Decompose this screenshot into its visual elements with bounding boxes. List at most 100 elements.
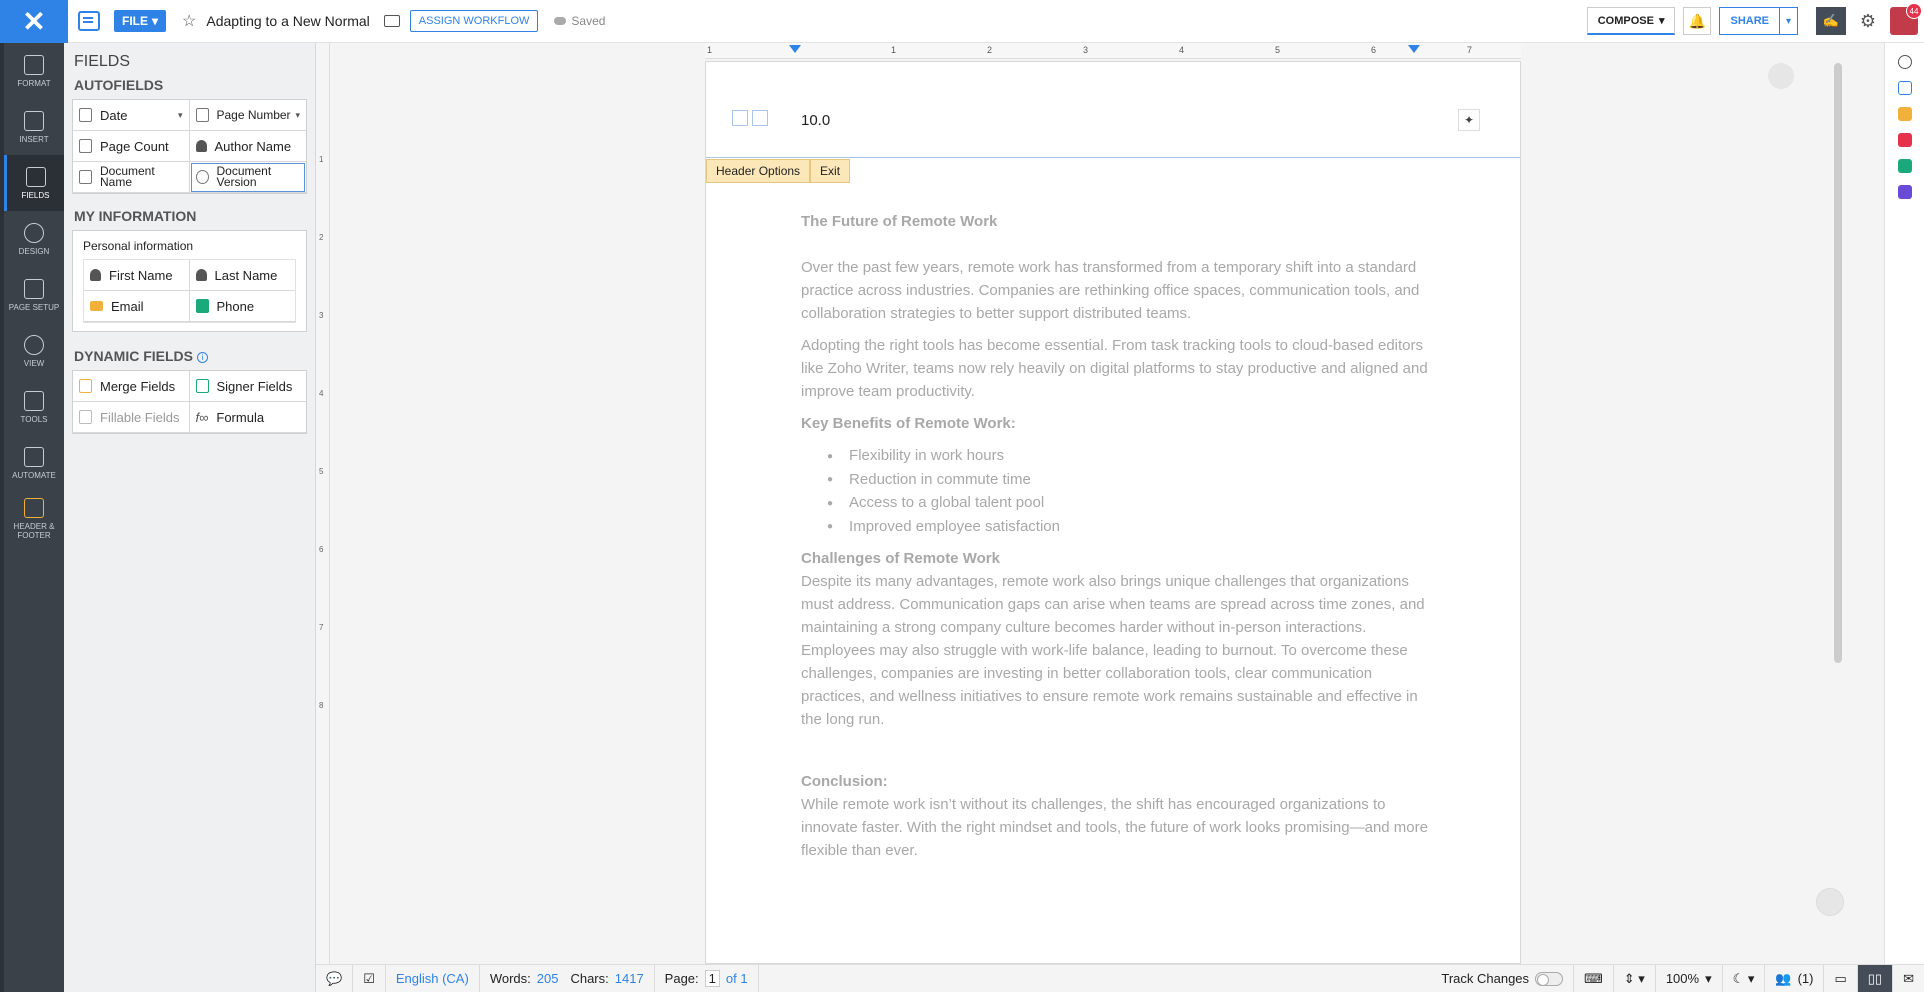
document-body[interactable]: The Future of Remote Work Over the past … — [801, 210, 1431, 862]
field-label: Date — [100, 107, 128, 123]
header-options-button[interactable]: Header Options — [706, 159, 811, 183]
nav-fields[interactable]: FIELDS — [4, 155, 64, 211]
left-indent-marker-icon[interactable] — [789, 45, 801, 53]
nav-label: PAGE SETUP — [8, 302, 60, 312]
header-layout-icon[interactable] — [752, 110, 768, 126]
page-fit-icon[interactable]: ⇕ ▾ — [1614, 964, 1656, 992]
field-email[interactable]: Email — [84, 291, 190, 322]
add-header-icon[interactable] — [732, 110, 748, 126]
document-page[interactable]: 10.0 ✦ Header Options Exit The Future of… — [705, 61, 1521, 964]
document-title[interactable]: Adapting to a New Normal — [206, 13, 369, 29]
words-value: 205 — [536, 971, 559, 986]
exit-header-button[interactable]: Exit — [810, 159, 851, 183]
field-formula[interactable]: f∞ Formula — [189, 402, 306, 433]
nav-header-footer[interactable]: HEADER & FOOTER — [4, 491, 64, 547]
field-date[interactable]: Date ▾ — [73, 100, 190, 131]
tools-icon — [24, 390, 44, 411]
nav-insert[interactable]: INSERT — [4, 99, 64, 155]
field-author-name[interactable]: Author Name — [189, 131, 306, 162]
saved-label: Saved — [571, 14, 606, 28]
field-label: Phone — [216, 298, 255, 314]
nav-automate[interactable]: AUTOMATE — [4, 435, 64, 491]
field-label: Page Count — [100, 138, 169, 154]
field-last-name[interactable]: Last Name — [189, 260, 295, 291]
right-indent-marker-icon[interactable] — [1408, 45, 1420, 53]
sign-app-icon[interactable] — [1897, 159, 1912, 173]
field-merge-fields[interactable]: Merge Fields — [73, 371, 190, 402]
folder-icon[interactable] — [383, 15, 400, 27]
field-phone[interactable]: Phone — [189, 291, 295, 322]
field-label: First Name — [109, 267, 173, 283]
field-document-name[interactable]: Document Name — [73, 162, 190, 193]
mail-icon[interactable]: ✉ — [1893, 965, 1924, 992]
field-page-number[interactable]: Page Number ▾ — [189, 100, 306, 131]
magic-wand-icon[interactable]: ✦ — [1458, 109, 1480, 131]
compose-mode-button[interactable]: COMPOSE ▾ — [1586, 7, 1676, 35]
file-menu-button[interactable]: FILE ▾ — [114, 10, 167, 32]
field-page-count[interactable]: Page Count — [73, 131, 190, 162]
share-group: SHARE ▾ — [1719, 7, 1798, 35]
star-icon[interactable]: ☆ — [182, 11, 196, 31]
notification-bell-icon[interactable]: 🔔 — [1683, 7, 1712, 35]
book-view-icon[interactable]: ▯▯ — [1857, 964, 1894, 992]
gear-icon[interactable]: ⚙ — [1854, 7, 1882, 35]
field-first-name[interactable]: First Name — [84, 260, 190, 291]
integrations-icon[interactable] — [1897, 107, 1912, 121]
header-text[interactable]: 10.0 — [801, 112, 830, 129]
nav-format[interactable]: FORMAT — [4, 43, 64, 99]
heading: The Future of Remote Work — [801, 213, 998, 230]
fillable-icon — [79, 410, 92, 424]
field-signer-fields[interactable]: Signer Fields — [189, 371, 306, 402]
language-selector[interactable]: English (CA) — [386, 964, 480, 992]
field-label: Last Name — [214, 267, 278, 283]
field-label: Fillable Fields — [100, 409, 180, 425]
keyboard-icon[interactable]: ⌨ — [1574, 964, 1614, 992]
chevron-down-icon[interactable]: ▾ — [178, 110, 183, 121]
assign-workflow-button[interactable]: ASSIGN WORKFLOW — [409, 10, 539, 32]
night-mode-icon[interactable]: ☾ ▾ — [1723, 964, 1766, 992]
ruler-tick: 6 — [1371, 45, 1377, 55]
share-button[interactable]: SHARE — [1719, 7, 1780, 35]
document-icon[interactable] — [78, 11, 100, 31]
signature-icon[interactable]: ✍ — [1816, 7, 1846, 35]
nav-label: DESIGN — [18, 246, 50, 256]
ruler-tick: 2 — [319, 233, 324, 242]
chevron-down-icon[interactable]: ▾ — [295, 110, 300, 121]
panel-toggle-icon[interactable] — [1768, 63, 1794, 89]
personal-info-label: Personal information — [83, 239, 194, 253]
autofields-heading: AUTOFIELDS — [74, 77, 164, 93]
top-toolbar: ✕ FILE ▾ ☆ Adapting to a New Normal ASSIG… — [0, 0, 1924, 43]
dynamic-fields-label: DYNAMIC FIELDS — [74, 348, 193, 364]
share-dropdown-chevron-icon[interactable]: ▾ — [1780, 7, 1798, 35]
nav-design[interactable]: DESIGN — [4, 211, 64, 267]
zoom-selector[interactable]: 100% ▾ — [1656, 964, 1723, 992]
document-check-icon[interactable]: ☑ — [353, 964, 386, 992]
nav-view[interactable]: VIEW — [4, 323, 64, 379]
chat-icon[interactable] — [1897, 81, 1912, 95]
comments-icon[interactable]: 💬 — [316, 964, 354, 992]
page-count-icon — [79, 139, 92, 153]
page-number-input[interactable]: 1 — [704, 970, 720, 987]
track-changes-toggle[interactable] — [1535, 971, 1564, 986]
info-icon[interactable] — [1897, 55, 1912, 69]
close-icon[interactable]: ✕ — [0, 0, 68, 43]
track-changes[interactable]: Track Changes — [1431, 964, 1575, 992]
field-document-version[interactable]: Document Version — [189, 162, 306, 193]
vertical-scrollbar[interactable] — [1834, 63, 1842, 663]
nav-label: FORMAT — [17, 78, 51, 88]
extensions-puzzle-icon[interactable] — [1897, 185, 1912, 199]
collaborators[interactable]: 👥 (1) — [1765, 964, 1825, 992]
scroll-to-top-icon[interactable] — [1816, 888, 1844, 916]
save-status: Saved — [554, 14, 605, 28]
nav-page-setup[interactable]: PAGE SETUP — [4, 267, 64, 323]
nav-tools[interactable]: TOOLS — [4, 379, 64, 435]
layout-icon[interactable]: ▭ — [1824, 964, 1858, 992]
field-fillable-fields[interactable]: Fillable Fields — [73, 402, 190, 433]
page-header[interactable]: 10.0 ✦ — [706, 62, 1520, 158]
collaborator-count: (1) — [1797, 971, 1814, 986]
zoho-app-icon[interactable] — [1897, 133, 1912, 147]
info-icon[interactable]: i — [197, 351, 208, 363]
ruler-tick: 6 — [319, 545, 324, 554]
avatar[interactable]: 44 — [1890, 3, 1922, 35]
list-item: Access to a global talent pool — [827, 491, 1431, 515]
